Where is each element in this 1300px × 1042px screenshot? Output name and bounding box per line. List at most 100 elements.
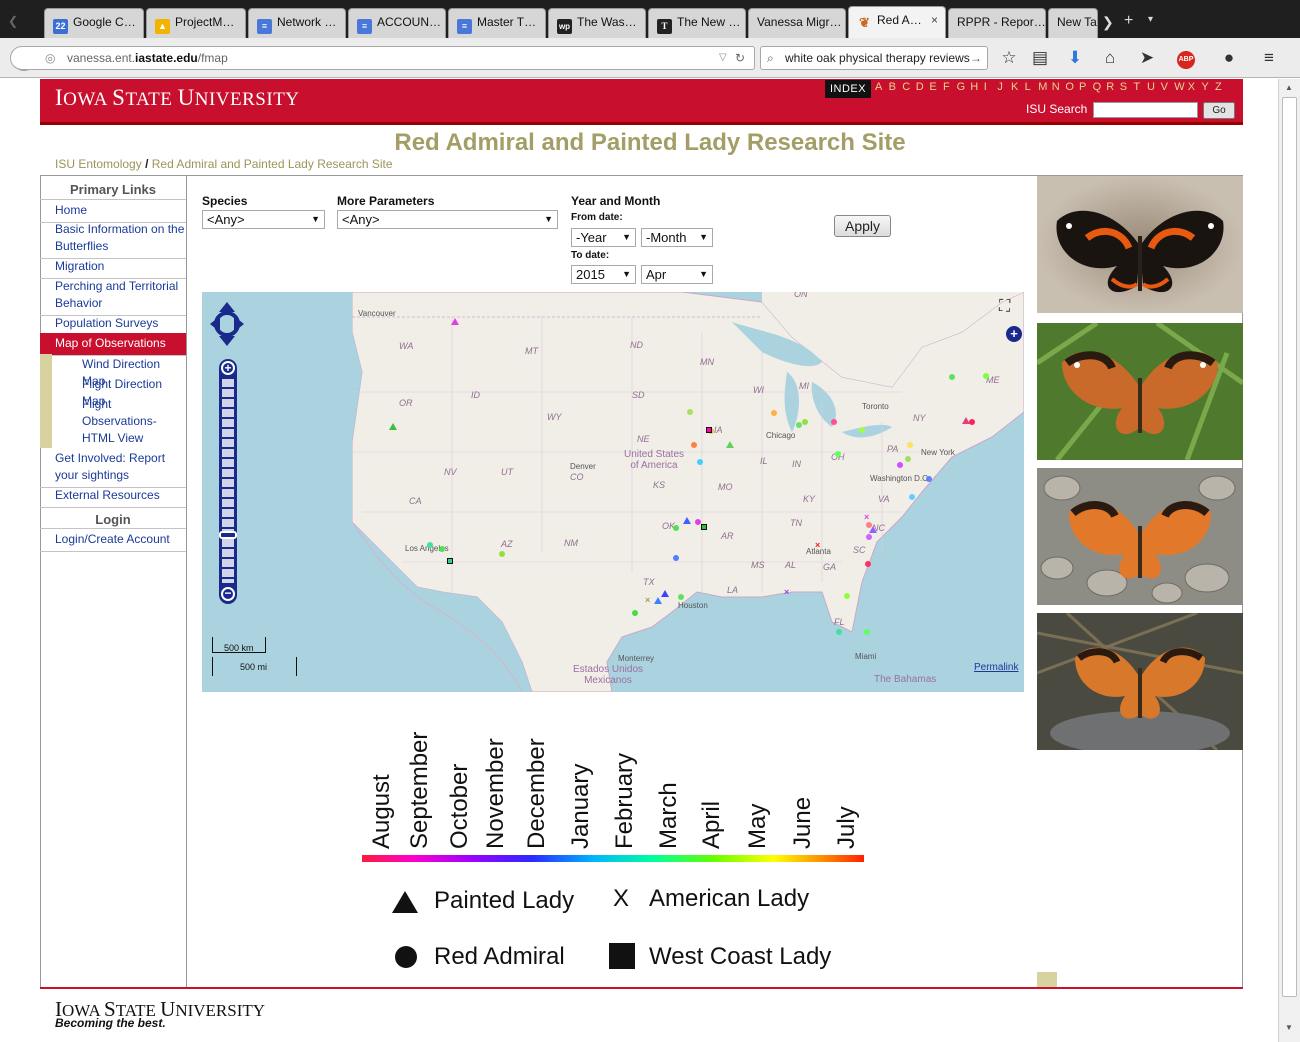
browser-tab-5[interactable]: wp The Was… [548,8,646,38]
photo-scroll-handle[interactable] [1037,972,1057,987]
red-admiral-marker[interactable] [844,593,850,599]
index-letter-link[interactable]: W [1174,81,1184,93]
browser-tab-10[interactable]: New Ta [1048,8,1098,38]
painted-lady-marker[interactable] [389,423,397,430]
red-admiral-marker[interactable] [802,419,808,425]
red-admiral-marker[interactable] [831,419,837,425]
american-lady-marker[interactable]: × [864,513,870,522]
red-admiral-marker[interactable] [907,442,913,448]
chat-icon[interactable]: ● [1218,47,1240,69]
west-coast-lady-marker[interactable] [701,524,707,530]
red-admiral-marker[interactable] [836,629,842,635]
red-admiral-marker[interactable] [969,419,975,425]
index-letter-link[interactable]: I [984,81,987,93]
browser-tab-6[interactable]: T The New … [648,8,746,38]
red-admiral-marker[interactable] [691,442,697,448]
index-letter-link[interactable]: L [1025,81,1031,93]
index-letter-link[interactable]: U [1147,81,1155,93]
fullscreen-icon[interactable]: ⛶ [999,298,1010,316]
url-dropdown-icon[interactable]: ▽ [719,47,727,69]
downloads-icon[interactable]: ⬇ [1064,47,1086,69]
red-admiral-marker[interactable] [673,525,679,531]
index-letter-link[interactable]: N [1052,81,1060,93]
browser-tab-3[interactable]: ≡ ACCOUN… [348,8,446,38]
breadcrumb-link[interactable]: ISU Entomology [55,157,142,171]
sidebar-item-basic-info[interactable]: Basic Information on the Butterflies [40,219,186,259]
red-admiral-marker[interactable] [866,534,872,540]
index-letter-link[interactable]: R [1106,81,1114,93]
adblock-icon[interactable]: ABP [1172,47,1200,69]
browser-tab-7[interactable]: Vanessa Migr… [748,8,846,38]
american-lady-marker[interactable]: × [784,588,790,597]
isu-logo[interactable]: IOWA STATE UNIVERSITY [55,85,300,111]
scrollbar-thumb[interactable] [1282,97,1297,997]
red-admiral-marker[interactable] [499,551,505,557]
zoom-bar[interactable]: + − [219,359,237,604]
apply-button[interactable]: Apply [834,215,891,237]
index-letter-link[interactable]: H [970,81,978,93]
index-letter-link[interactable]: Y [1201,81,1208,93]
red-admiral-marker[interactable] [796,422,802,428]
index-letter-link[interactable]: P [1079,81,1086,93]
browser-tab-1[interactable]: ▲ ProjectM… [146,8,246,38]
red-admiral-marker[interactable] [864,629,870,635]
browser-tab-4[interactable]: ≡ Master T… [448,8,546,38]
sidebar-subitem-flight-html[interactable]: Flight Observations-HTML View [40,394,186,448]
observation-map[interactable]: WA MT ND MN OR ID SD WI MI WY NE IA NY P… [202,292,1024,692]
painted-lady-marker[interactable] [869,526,877,533]
sidebar-item-login[interactable]: Login/Create Account [40,528,186,552]
red-admiral-marker[interactable] [949,374,955,380]
reading-list-icon[interactable]: ▤ [1029,47,1051,69]
index-letter-link[interactable]: G [957,81,966,93]
isu-search-input[interactable] [1093,102,1198,118]
menu-icon[interactable]: ≡ [1258,47,1280,69]
search-go-icon[interactable]: → [970,47,982,69]
sidebar-item-perching[interactable]: Perching and Territorial Behavior [40,276,186,316]
red-admiral-marker[interactable] [926,476,932,482]
scroll-down-icon[interactable]: ▼ [1285,1023,1293,1032]
red-admiral-marker[interactable] [697,459,703,465]
index-letter-link[interactable]: F [943,81,950,93]
scroll-up-icon[interactable]: ▲ [1285,83,1293,92]
red-admiral-marker[interactable] [632,610,638,616]
index-letter-link[interactable]: D [916,81,924,93]
west-coast-lady-marker[interactable] [706,427,712,433]
index-letter-link[interactable]: O [1065,81,1074,93]
index-letter-link[interactable]: J [997,81,1003,93]
red-admiral-marker[interactable] [897,462,903,468]
breadcrumb-link[interactable]: Red Admiral and Painted Lady Research Si… [152,157,393,171]
go-button[interactable]: Go [1203,102,1235,119]
index-letter-link[interactable]: Z [1215,81,1222,93]
layer-switcher-icon[interactable]: + [1006,326,1022,342]
bookmark-star-icon[interactable]: ☆ [998,47,1020,69]
to-year-select[interactable]: 2015 ▼ [571,265,636,284]
painted-lady-marker[interactable] [661,590,669,597]
species-select[interactable]: <Any> ▼ [202,210,325,229]
american-lady-marker[interactable]: × [645,596,651,605]
params-select[interactable]: <Any> ▼ [337,210,558,229]
tab-scroll-left-icon[interactable]: ❮ [8,14,18,28]
painted-lady-marker[interactable] [654,597,662,604]
browser-search-input[interactable]: ⌕ white oak physical therapy reviews → [760,46,988,70]
index-letter-link[interactable]: Q [1093,81,1102,93]
index-letter-link[interactable]: E [929,81,936,93]
red-admiral-marker[interactable] [678,594,684,600]
url-bar[interactable]: ◎ vanessa.ent.iastate.edu/fmap ▽ ↻ [10,46,755,70]
browser-tab-0[interactable]: 22 Google C… [44,8,144,38]
index-label[interactable]: INDEX [825,80,871,98]
reload-icon[interactable]: ↻ [735,47,745,69]
index-letter-link[interactable]: B [889,81,896,93]
red-admiral-marker[interactable] [439,546,445,552]
browser-tab-2[interactable]: ≡ Network … [248,8,346,38]
painted-lady-marker[interactable] [683,517,691,524]
index-letter-link[interactable]: M [1038,81,1047,93]
red-admiral-marker[interactable] [771,410,777,416]
sidebar-item-map[interactable]: Map of Observations [40,333,186,356]
index-letter-link[interactable]: S [1120,81,1127,93]
browser-tab-active[interactable]: ❦ Red A… × [848,6,946,38]
sidebar-item-get-involved[interactable]: Get Involved: Report your sightings [40,448,186,488]
permalink-link[interactable]: Permalink [974,662,1018,673]
close-tab-icon[interactable]: × [931,13,938,27]
browser-tab-9[interactable]: RPPR - Repor… [948,8,1046,38]
red-admiral-marker[interactable] [983,373,989,379]
